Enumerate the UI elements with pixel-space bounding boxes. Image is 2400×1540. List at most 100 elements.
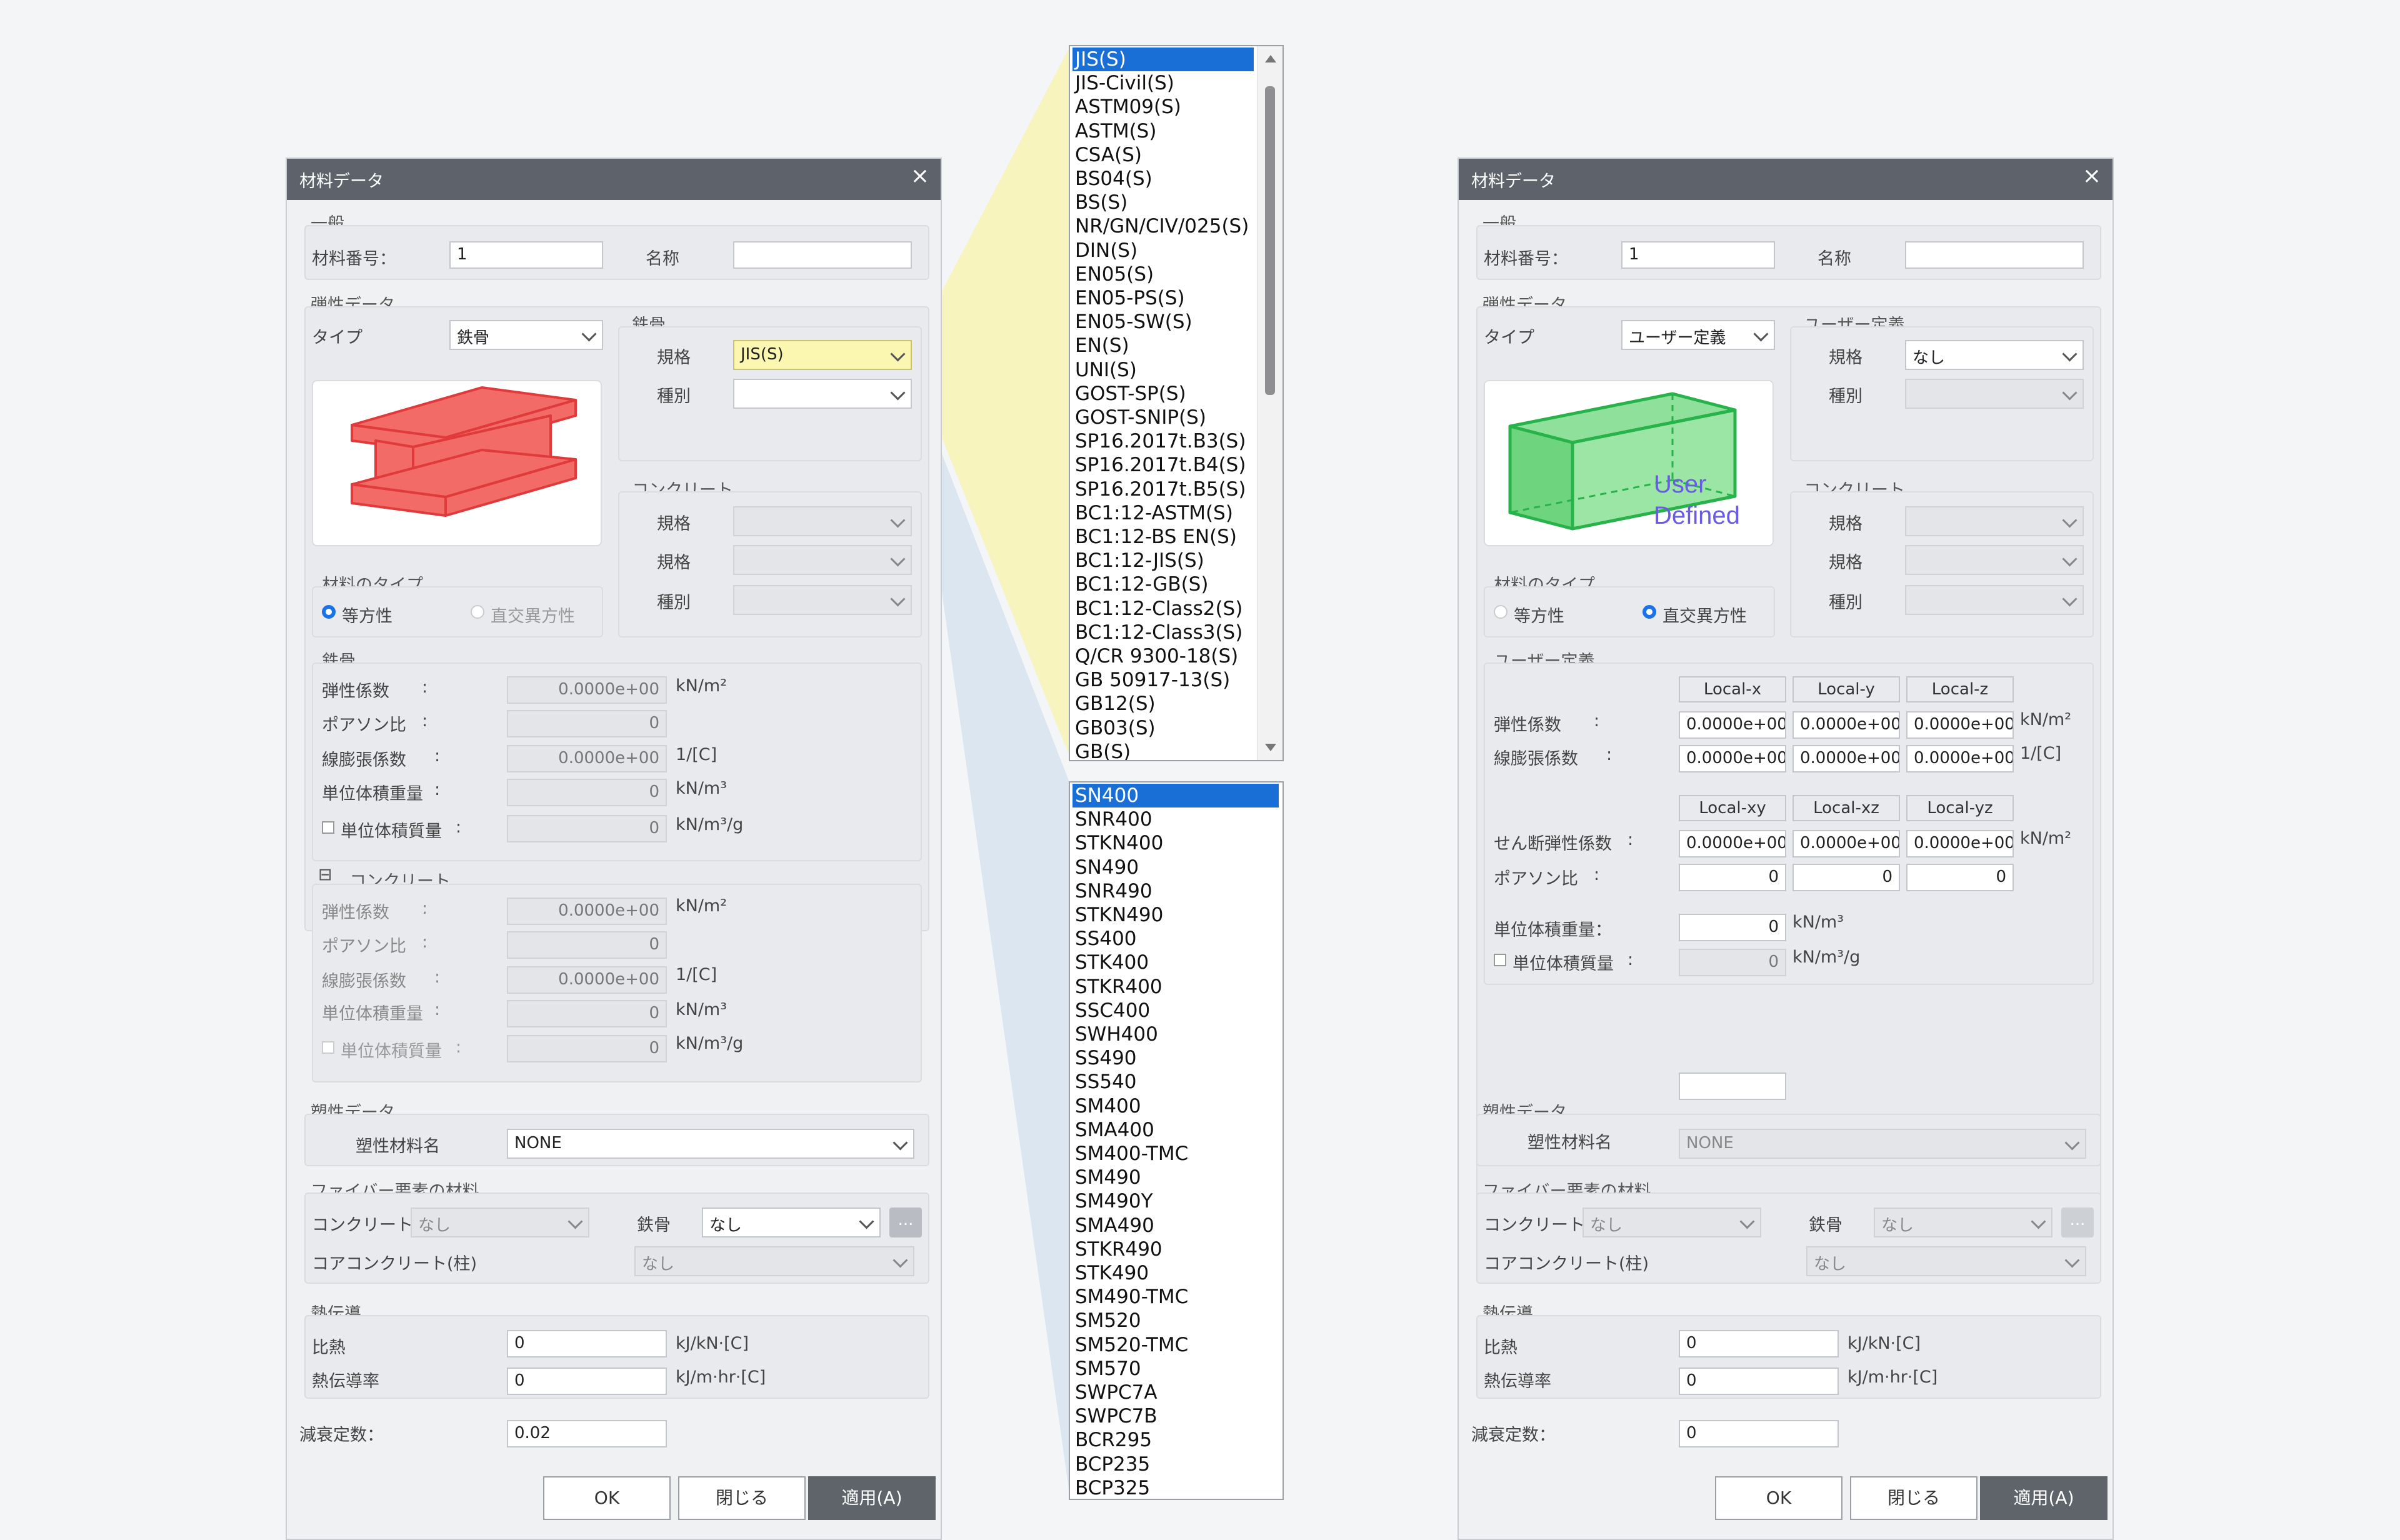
list-item[interactable]: EN05-PS(S)	[1072, 286, 1254, 310]
steel-mass-checkbox[interactable]	[322, 821, 334, 834]
list-item[interactable]: STKR490	[1072, 1238, 1279, 1261]
ud-weight-input[interactable]: 0	[1679, 914, 1786, 941]
list-item[interactable]: BS(S)	[1072, 191, 1254, 214]
concrete-standard2-select[interactable]	[1905, 545, 2084, 575]
list-item[interactable]: EN05-SW(S)	[1072, 310, 1254, 334]
list-item[interactable]: SP16.2017t.B3(S)	[1072, 429, 1254, 453]
ud-mass-input[interactable]: 0	[1679, 949, 1786, 976]
ud-poisson-xy-input[interactable]: 0	[1679, 864, 1786, 891]
list-item[interactable]: SMA400	[1072, 1118, 1279, 1142]
list-item[interactable]: STK490	[1072, 1261, 1279, 1285]
plastic-material-select[interactable]: NONE	[1679, 1129, 2086, 1159]
fiber-steel-select[interactable]: なし	[702, 1208, 881, 1238]
core-concrete-select[interactable]: なし	[1806, 1246, 2086, 1276]
specific-heat-input[interactable]: 0	[1679, 1330, 1839, 1358]
list-item[interactable]: GB03(S)	[1072, 716, 1254, 740]
concrete-collapse-icon[interactable]: ⊟	[318, 865, 332, 884]
list-item[interactable]: GB12(S)	[1072, 692, 1254, 716]
ud-shear-xy-input[interactable]: 0.0000e+00	[1679, 830, 1786, 858]
list-item[interactable]: EN05(S)	[1072, 262, 1254, 286]
list-item[interactable]: BS04(S)	[1072, 167, 1254, 191]
user-standard-select[interactable]: なし	[1905, 340, 2084, 370]
fiber-steel-select[interactable]: なし	[1874, 1208, 2052, 1238]
list-item[interactable]: STKN490	[1072, 903, 1279, 927]
concrete-standard2-select[interactable]	[733, 545, 912, 575]
ud-mass-checkbox[interactable]	[1494, 954, 1506, 966]
conc-thermal-input[interactable]: 0.0000e+00	[507, 966, 667, 994]
conc-mass-checkbox[interactable]	[322, 1041, 334, 1054]
list-item[interactable]: SM520-TMC	[1072, 1333, 1279, 1357]
list-item[interactable]: BC1:12-ASTM(S)	[1072, 501, 1254, 525]
list-item[interactable]: BC1:12-Class3(S)	[1072, 621, 1254, 644]
list-item[interactable]: SWPC7B	[1072, 1404, 1279, 1428]
name-input[interactable]	[1905, 241, 2084, 269]
fiber-ellipsis-button[interactable]: ...	[2061, 1208, 2094, 1238]
fiber-ellipsis-button[interactable]: ...	[889, 1208, 922, 1238]
ud-elastic-x-input[interactable]: 0.0000e+00	[1679, 711, 1786, 739]
list-item[interactable]: EN(S)	[1072, 334, 1254, 358]
list-item[interactable]: SM400-TMC	[1072, 1142, 1279, 1166]
list-item[interactable]: BC1:12-BS EN(S)	[1072, 525, 1254, 549]
damping-input[interactable]: 0.02	[507, 1420, 667, 1448]
ud-thermal-z-input[interactable]: 0.0000e+00	[1906, 745, 2014, 772]
grades-dropdown-list[interactable]: SN400 SNR400 STKN400 SN490 SNR490 STKN490 SS40…	[1069, 781, 1284, 1500]
close-button[interactable]: 閉じる	[678, 1476, 806, 1520]
steel-thermal-input[interactable]: 0.0000e+00	[507, 745, 667, 772]
close-icon[interactable]: ×	[911, 164, 929, 189]
list-item[interactable]: SP16.2017t.B4(S)	[1072, 453, 1254, 477]
list-item[interactable]: SM490Y	[1072, 1189, 1279, 1213]
list-item[interactable]: GB(S)	[1072, 740, 1254, 760]
list-item[interactable]: SN490	[1072, 856, 1279, 879]
steel-standard-select[interactable]: JIS(S)	[733, 340, 912, 370]
close-button[interactable]: 閉じる	[1850, 1476, 1978, 1520]
steel-elastic-input[interactable]: 0.0000e+00	[507, 676, 667, 704]
list-item[interactable]: STKR400	[1072, 975, 1279, 999]
list-item[interactable]: JIS-Civil(S)	[1072, 71, 1254, 95]
scroll-thumb[interactable]	[1265, 86, 1275, 395]
core-concrete-select[interactable]: なし	[634, 1246, 914, 1276]
concrete-grade-select[interactable]	[1905, 585, 2084, 615]
list-item[interactable]: BC1:12-GB(S)	[1072, 572, 1254, 596]
steel-poisson-input[interactable]: 0	[507, 710, 667, 738]
conductivity-input[interactable]: 0	[507, 1368, 667, 1395]
plastic-material-select[interactable]: NONE	[507, 1129, 914, 1159]
list-item[interactable]: SWPC7A	[1072, 1381, 1279, 1404]
material-number-input[interactable]: 1	[1621, 241, 1775, 269]
fiber-concrete-select[interactable]: なし	[1582, 1208, 1761, 1238]
user-grade-select[interactable]	[1905, 379, 2084, 409]
list-item[interactable]: SNR490	[1072, 879, 1279, 903]
orthotropic-radio[interactable]	[471, 605, 484, 619]
type-select[interactable]: 鉄骨	[449, 320, 603, 350]
concrete-grade-select[interactable]	[733, 585, 912, 615]
standards-dropdown-list[interactable]: JIS(S) JIS-Civil(S) ASTM09(S) ASTM(S) CSA(S)…	[1069, 45, 1284, 761]
ud-elastic-z-input[interactable]: 0.0000e+00	[1906, 711, 2014, 739]
isotropic-radio[interactable]	[322, 605, 336, 619]
type-select[interactable]: ユーザー定義	[1621, 320, 1775, 350]
list-item[interactable]: ASTM(S)	[1072, 119, 1254, 143]
conc-mass-input[interactable]: 0	[507, 1035, 667, 1062]
list-item[interactable]: UNI(S)	[1072, 358, 1254, 382]
list-item[interactable]: JIS(S)	[1072, 48, 1254, 71]
list-item[interactable]: SNR400	[1072, 808, 1279, 831]
orthotropic-radio[interactable]	[1642, 605, 1656, 619]
list-item[interactable]: STK400	[1072, 951, 1279, 974]
list-item[interactable]: SSC400	[1072, 999, 1279, 1022]
list-item[interactable]: ASTM09(S)	[1072, 95, 1254, 119]
list-item[interactable]: STKN400	[1072, 831, 1279, 855]
list-item[interactable]: Q/CR 9300-18(S)	[1072, 644, 1254, 668]
ud-elastic-y-input[interactable]: 0.0000e+00	[1792, 711, 1900, 739]
list-item[interactable]: NR/GN/CIV/025(S)	[1072, 214, 1254, 238]
conc-poisson-input[interactable]: 0	[507, 931, 667, 959]
apply-button[interactable]: 適用(A)	[1980, 1476, 2108, 1520]
list-item[interactable]: BCP325	[1072, 1476, 1279, 1499]
ud-thermal-y-input[interactable]: 0.0000e+00	[1792, 745, 1900, 772]
name-input[interactable]	[733, 241, 912, 269]
scroll-up-icon[interactable]	[1265, 55, 1276, 62]
list-item[interactable]: SM520	[1072, 1309, 1279, 1332]
steel-grade-select[interactable]	[733, 379, 912, 409]
list-item[interactable]: BC1:12-Class2(S)	[1072, 597, 1254, 621]
scrollbar[interactable]	[1257, 46, 1282, 760]
ud-shear-yz-input[interactable]: 0.0000e+00	[1906, 830, 2014, 858]
specific-heat-input[interactable]: 0	[507, 1330, 667, 1358]
ok-button[interactable]: OK	[1715, 1476, 1842, 1520]
